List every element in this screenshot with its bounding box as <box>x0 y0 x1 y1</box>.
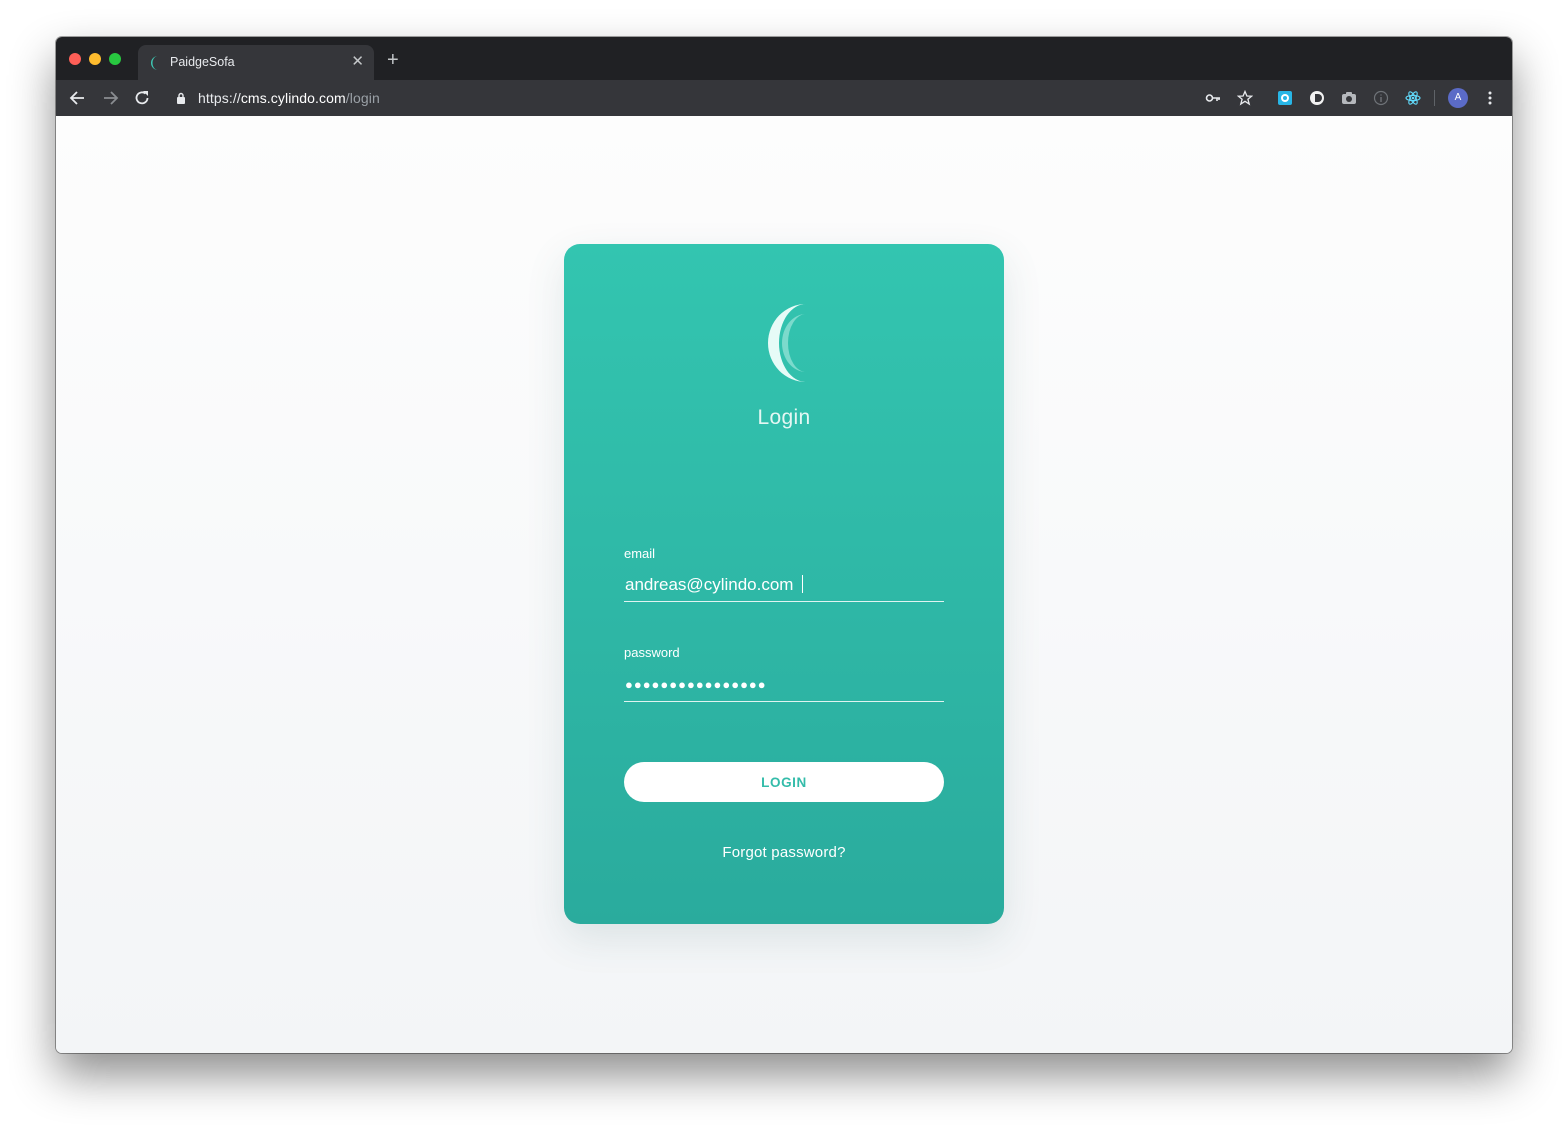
toolbar-divider <box>1434 90 1435 106</box>
email-label: email <box>624 546 656 561</box>
login-card: Login email password LOGIN Forgot passwo… <box>564 244 1004 924</box>
forward-arrow-icon[interactable] <box>100 88 120 108</box>
email-field[interactable] <box>624 568 944 602</box>
url-path: /login <box>345 90 380 106</box>
login-title: Login <box>757 406 811 429</box>
new-tab-button[interactable]: + <box>387 50 399 70</box>
cylindo-logo-icon <box>768 304 806 382</box>
url-scheme: https:// <box>198 90 241 106</box>
menu-icon[interactable] <box>1482 90 1498 106</box>
react-icon[interactable] <box>1405 90 1421 106</box>
page-content: Login email password LOGIN Forgot passwo… <box>56 116 1512 1053</box>
info-icon[interactable] <box>1373 90 1389 106</box>
minimize-window-button[interactable] <box>89 53 101 65</box>
back-arrow-icon[interactable] <box>68 88 88 108</box>
profile-avatar[interactable]: A <box>1448 88 1468 108</box>
key-icon[interactable] <box>1205 90 1221 106</box>
maximize-window-button[interactable] <box>109 53 121 65</box>
close-window-button[interactable] <box>69 53 81 65</box>
text-cursor <box>802 575 803 593</box>
forgot-password-link[interactable]: Forgot password? <box>564 844 1004 861</box>
lock-icon <box>177 92 185 104</box>
star-icon[interactable] <box>1237 90 1253 106</box>
browser-toolbar: https://cms.cylindo.com/login A <box>56 80 1512 116</box>
tab-close-icon[interactable]: ✕ <box>351 53 364 71</box>
reload-icon[interactable] <box>132 88 152 108</box>
url-text: https://cms.cylindo.com/login <box>198 90 380 106</box>
login-button[interactable]: LOGIN <box>624 762 944 802</box>
browser-window: PaidgeSofa ✕ + https://cms.cylindo.com/l… <box>56 37 1512 1053</box>
browser-tab[interactable]: PaidgeSofa ✕ <box>138 45 374 80</box>
tab-title: PaidgeSofa <box>170 55 235 69</box>
camera-icon[interactable] <box>1341 90 1357 106</box>
url-host: cms.cylindo.com <box>240 90 346 106</box>
address-bar[interactable]: https://cms.cylindo.com/login <box>166 84 1256 112</box>
extension-blue-icon[interactable] <box>1277 90 1293 106</box>
password-label: password <box>624 645 680 660</box>
tab-strip: PaidgeSofa ✕ + <box>56 37 1512 80</box>
password-field[interactable] <box>624 668 944 702</box>
extension-circle-icon[interactable] <box>1309 90 1325 106</box>
cylindo-favicon-icon <box>151 56 158 70</box>
